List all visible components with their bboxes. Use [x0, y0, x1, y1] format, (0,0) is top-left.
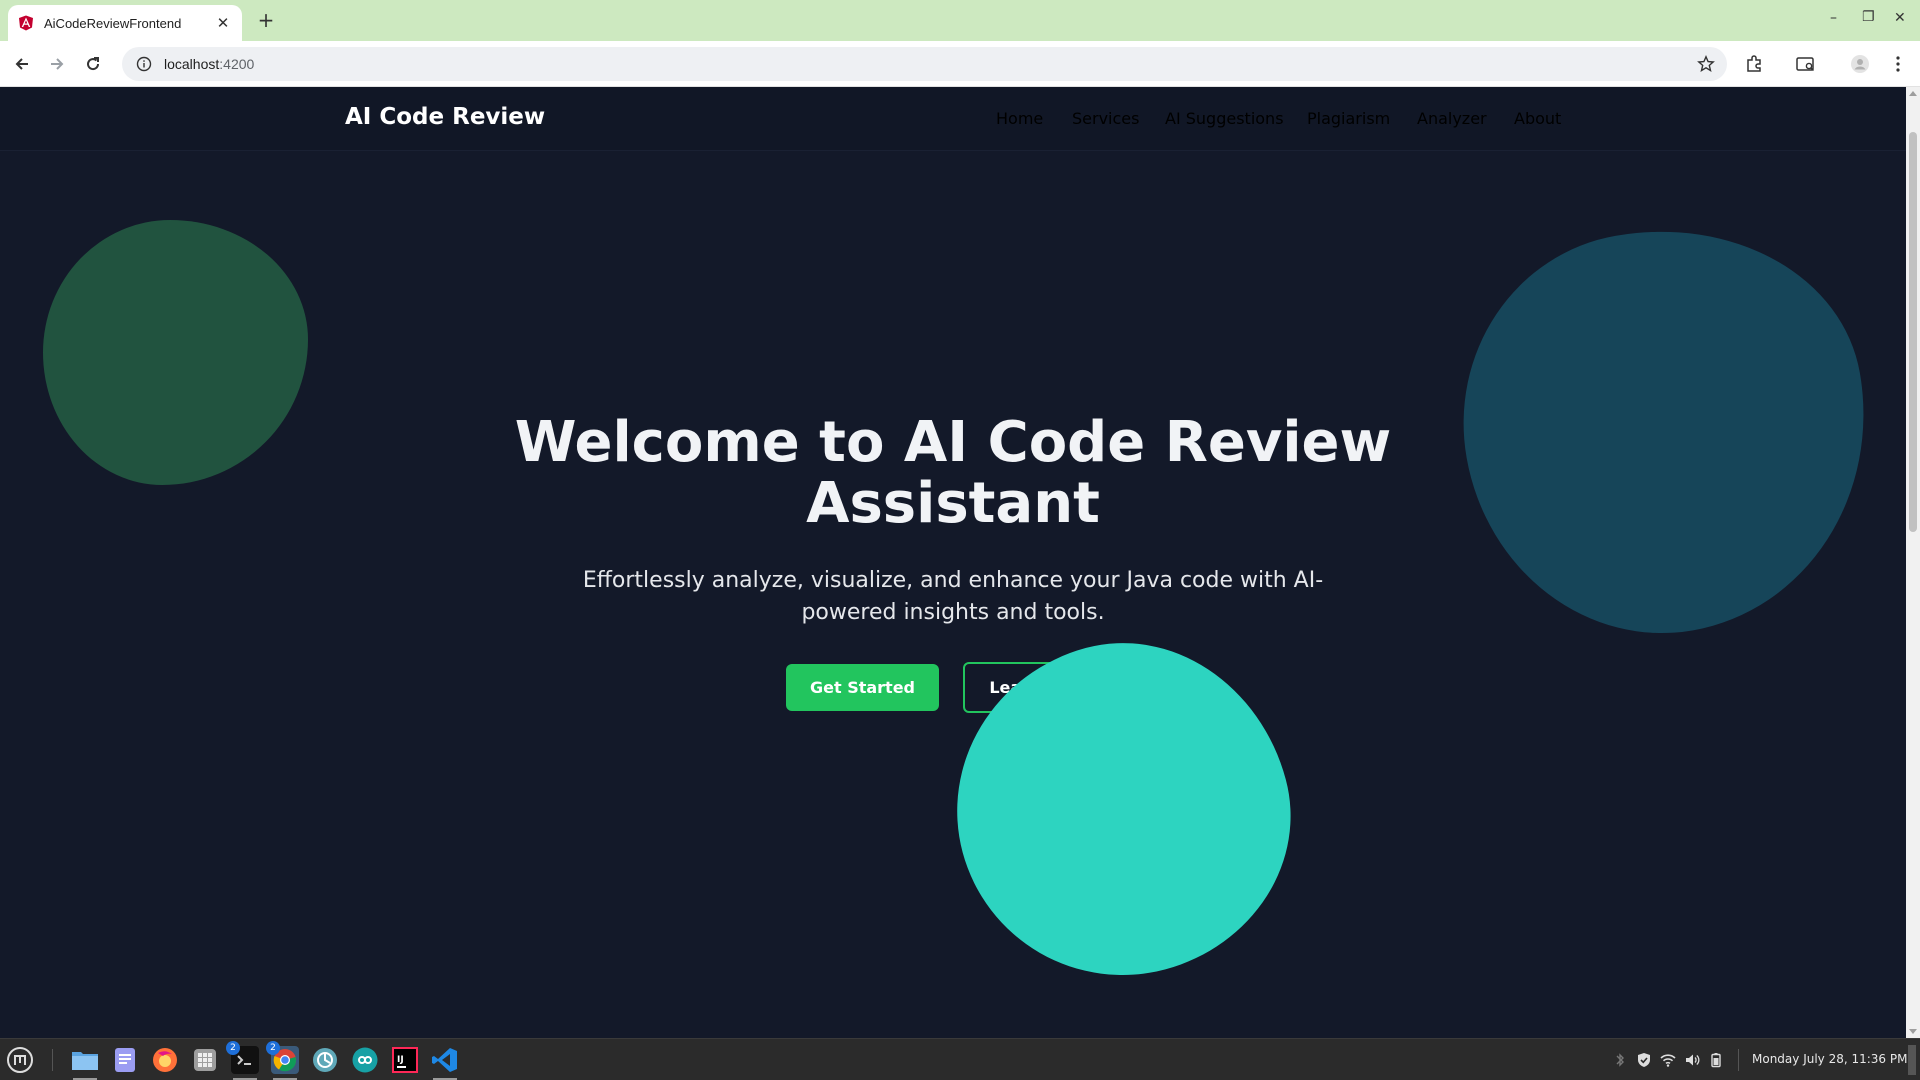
- bookmark-star-icon[interactable]: [1697, 55, 1715, 73]
- hero-subtitle-line1: Effortlessly analyze, visualize, and enh…: [582, 568, 1324, 593]
- svg-text:IJ: IJ: [397, 1055, 404, 1065]
- browser-tab-active[interactable]: AiCodeReviewFrontend ✕: [8, 5, 242, 41]
- volume-icon[interactable]: [1684, 1052, 1700, 1068]
- forward-icon[interactable]: [45, 52, 69, 76]
- nav-services[interactable]: Services: [1072, 109, 1139, 128]
- back-icon[interactable]: [10, 52, 34, 76]
- vscode-app-icon[interactable]: [431, 1046, 459, 1080]
- address-bar[interactable]: localhost:4200: [122, 47, 1727, 81]
- web-page: AI Code Review Home Services AI Suggesti…: [0, 87, 1906, 1038]
- nav-analyzer[interactable]: Analyzer: [1417, 109, 1487, 128]
- hero-title-line2: Assistant: [806, 471, 1100, 536]
- site-navbar: AI Code Review Home Services AI Suggesti…: [0, 87, 1906, 151]
- taskbar-separator: [52, 1049, 53, 1071]
- browser-toolbar: localhost:4200: [0, 41, 1920, 87]
- network-tool-app-icon[interactable]: [311, 1046, 339, 1074]
- scrollbar-thumb[interactable]: [1909, 132, 1917, 532]
- chrome-app-icon[interactable]: 2: [266, 1041, 299, 1080]
- tab-search-icon[interactable]: [1794, 52, 1818, 76]
- nav-plagiarism[interactable]: Plagiarism: [1307, 109, 1390, 128]
- terminal-app-icon[interactable]: 2: [226, 1041, 259, 1080]
- url-text: localhost:4200: [164, 56, 255, 72]
- wifi-icon[interactable]: [1660, 1052, 1676, 1068]
- browser-menu-icon[interactable]: [1886, 52, 1910, 76]
- window-close-icon[interactable]: ✕: [1894, 10, 1906, 26]
- firefox-app-icon[interactable]: [151, 1046, 179, 1074]
- tab-close-icon[interactable]: ✕: [214, 14, 232, 32]
- shield-update-icon[interactable]: [1636, 1052, 1652, 1068]
- reload-icon[interactable]: [81, 52, 105, 76]
- hero-subtitle: Effortlessly analyze, visualize, and enh…: [578, 565, 1328, 629]
- minimize-icon[interactable]: –: [1830, 10, 1837, 26]
- taskbar-clock[interactable]: Monday July 28, 11:36 PM: [1752, 1052, 1907, 1066]
- profile-avatar-icon[interactable]: [1848, 52, 1872, 76]
- terminal-window-count-badge: 2: [226, 1041, 240, 1055]
- angular-favicon-icon: [19, 15, 33, 31]
- arduino-app-icon[interactable]: [351, 1046, 379, 1074]
- os-taskbar: 2 2 IJ Monday July 28, 11:36 PM: [0, 1038, 1920, 1080]
- battery-icon[interactable]: [1708, 1052, 1724, 1068]
- text-editor-app-icon[interactable]: [111, 1046, 139, 1074]
- hero-title-line1: Welcome to AI Code Review: [514, 410, 1392, 475]
- hero-title: Welcome to AI Code Review Assistant: [453, 412, 1453, 534]
- scroll-down-arrow-icon[interactable]: [1909, 1029, 1917, 1034]
- new-tab-icon[interactable]: +: [253, 8, 279, 34]
- browser-tab-strip: AiCodeReviewFrontend ✕ + – ❐ ✕: [0, 0, 1920, 41]
- app-grid-icon[interactable]: [191, 1046, 219, 1074]
- restore-icon[interactable]: ❐: [1862, 9, 1875, 25]
- taskbar-separator: [1738, 1049, 1739, 1071]
- decorative-blob-green: [43, 220, 308, 485]
- files-app-icon[interactable]: [71, 1046, 99, 1080]
- start-menu-icon[interactable]: [6, 1046, 34, 1074]
- hero-subtitle-line2: powered insights and tools.: [801, 600, 1105, 625]
- bluetooth-icon[interactable]: [1612, 1052, 1628, 1068]
- chrome-window-count-badge: 2: [266, 1041, 280, 1055]
- nav-home[interactable]: Home: [996, 109, 1043, 128]
- show-desktop-button[interactable]: [1908, 1045, 1916, 1075]
- nav-about[interactable]: About: [1514, 109, 1561, 128]
- tab-title: AiCodeReviewFrontend: [44, 15, 182, 31]
- get-started-button[interactable]: Get Started: [786, 664, 939, 711]
- page-scrollbar[interactable]: [1906, 87, 1920, 1038]
- extensions-icon[interactable]: [1742, 52, 1766, 76]
- nav-ai-suggestions[interactable]: AI Suggestions: [1165, 109, 1284, 128]
- scroll-up-arrow-icon[interactable]: [1909, 91, 1917, 96]
- decorative-blob-blue: [1433, 198, 1899, 664]
- intellij-app-icon[interactable]: IJ: [391, 1046, 419, 1074]
- site-info-icon[interactable]: [136, 56, 152, 72]
- site-brand[interactable]: AI Code Review: [345, 104, 545, 130]
